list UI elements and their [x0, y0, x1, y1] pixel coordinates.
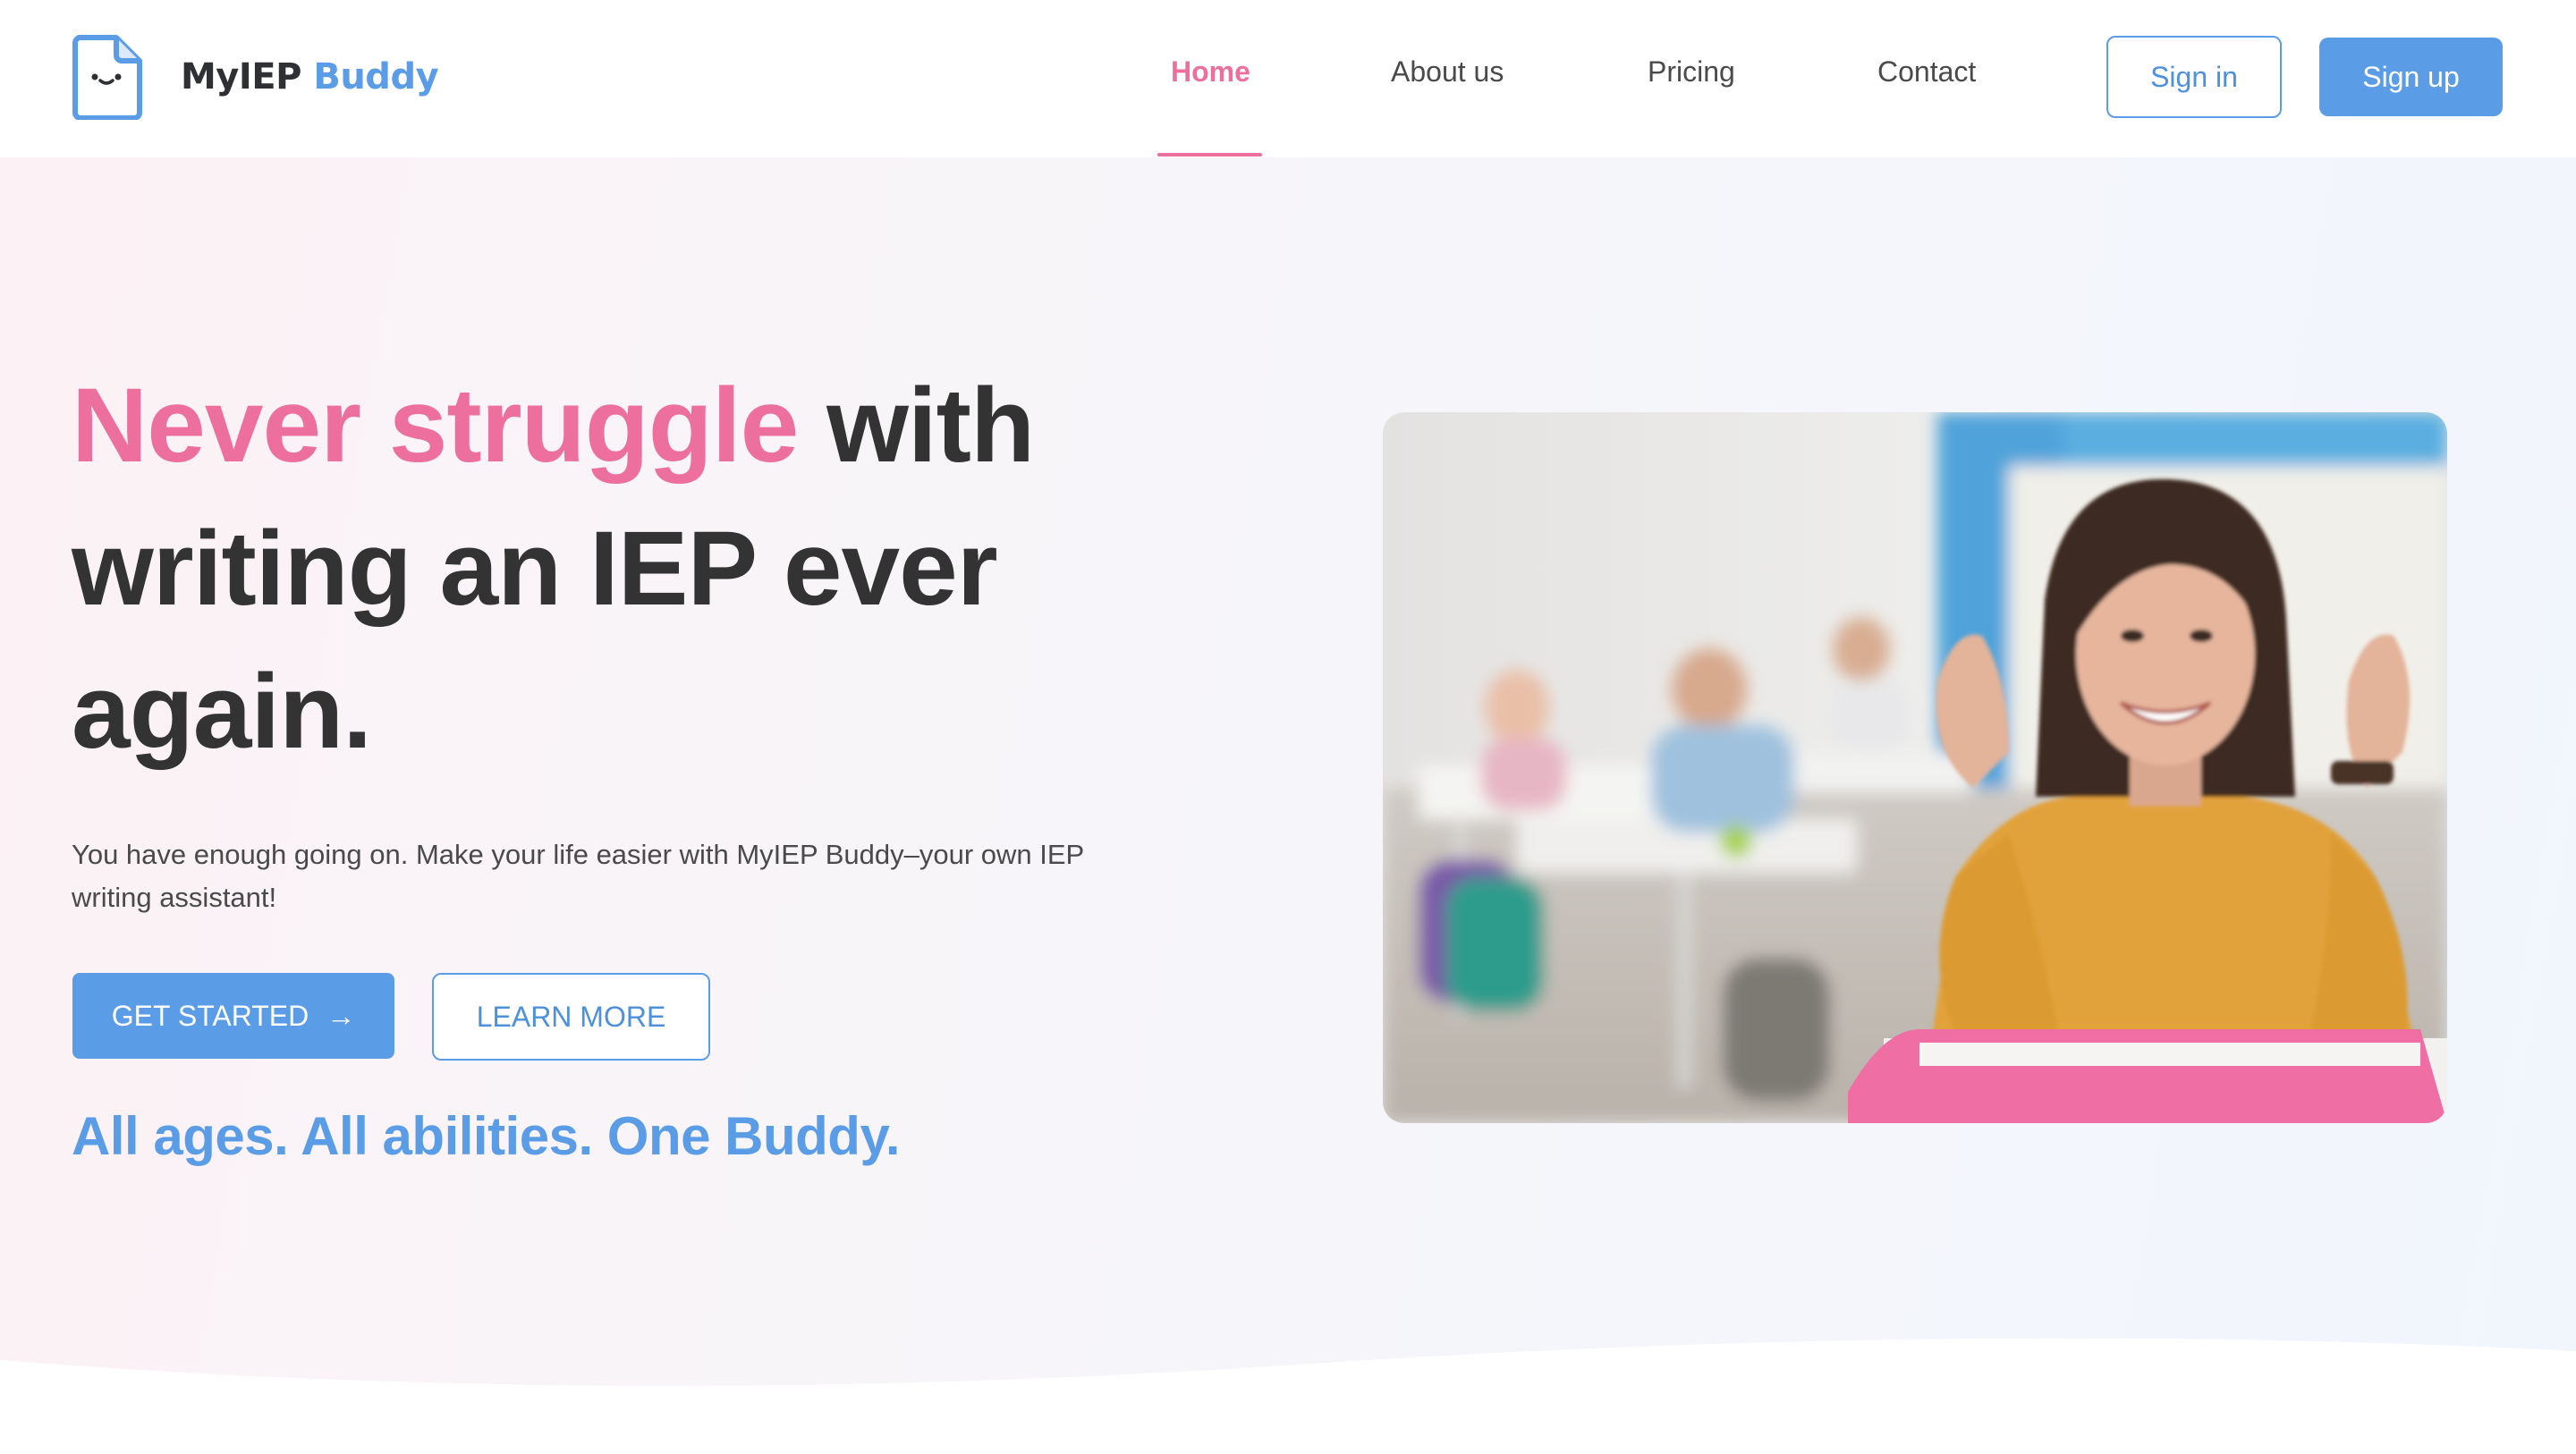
brand-name: MyIEP Buddy	[181, 56, 439, 97]
nav-contact[interactable]: Contact	[1877, 55, 1976, 89]
nav-pricing[interactable]: Pricing	[1648, 55, 1735, 89]
learn-more-button[interactable]: LEARN MORE	[432, 973, 710, 1061]
headline-highlight: Never struggle	[72, 367, 799, 485]
hero-tagline: All ages. All abilities. One Buddy.	[72, 1106, 901, 1166]
nav-active-indicator	[1157, 153, 1262, 156]
smiling-document-icon	[72, 35, 142, 120]
hero-headline: Never struggle with writing an IEP ever …	[72, 354, 1190, 783]
hero-bottom-wave	[0, 1338, 2576, 1454]
classroom-photo-illustration	[1383, 412, 2447, 1123]
hero-subtext: You have enough going on. Make your life…	[72, 839, 1084, 913]
brand-name-part1: MyIEP	[181, 56, 301, 97]
nav-about-us[interactable]: About us	[1391, 55, 1504, 89]
sign-in-button[interactable]: Sign in	[2106, 36, 2282, 118]
brand-logo[interactable]: MyIEP Buddy	[72, 34, 439, 120]
nav-home[interactable]: Home	[1171, 55, 1250, 89]
brand-name-part2: Buddy	[313, 56, 439, 97]
arrow-right-icon: →	[326, 999, 356, 1032]
hero-section: Never struggle with writing an IEP ever …	[0, 157, 2576, 1454]
hero-photo-teacher	[1383, 412, 2447, 1123]
site-header: MyIEP Buddy Home About us Pricing Contac…	[0, 0, 2576, 157]
get-started-label: GET STARTED	[111, 999, 309, 1032]
get-started-button[interactable]: GET STARTED →	[72, 973, 394, 1059]
sign-up-button[interactable]: Sign up	[2319, 38, 2503, 116]
